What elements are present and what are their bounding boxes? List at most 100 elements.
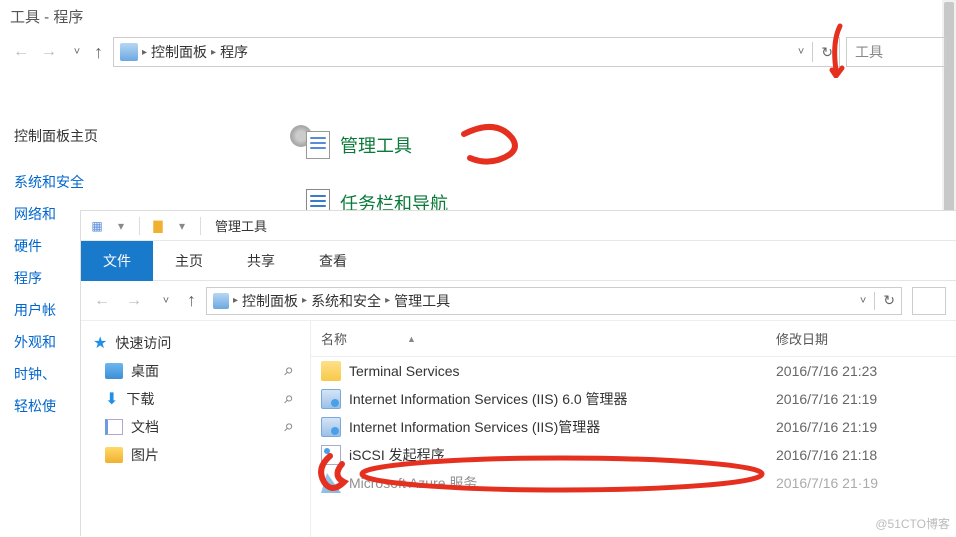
breadcrumb-seg[interactable]: 系统和安全	[311, 291, 381, 311]
item-date: 2016/7/16 21:23	[776, 363, 946, 379]
title-bar: ▦ ▾ ▇ ▾ 管理工具	[81, 211, 956, 241]
address-bar-row: ← → ˅ ↑ ▸ 控制面板 ▸ 系统和安全 ▸ 管理工具 ˅ ↻	[81, 281, 956, 321]
forward-arrow-icon[interactable]: →	[38, 43, 60, 61]
picture-icon	[105, 447, 123, 463]
admin-tools-icon	[290, 125, 330, 165]
nav-pictures[interactable]: 图片	[81, 441, 310, 469]
tab-view[interactable]: 查看	[297, 241, 369, 281]
window-title: 工具 - 程序	[0, 0, 956, 33]
sort-indicator-icon: ▲	[407, 334, 416, 344]
address-bar[interactable]: ▸ 控制面板 ▸ 系统和安全 ▸ 管理工具 ˅ ↻	[206, 287, 902, 315]
column-headers: 名称 ▲ 修改日期	[311, 321, 956, 357]
breadcrumb-seg[interactable]: 控制面板	[242, 291, 298, 311]
nav-label: 图片	[131, 445, 159, 465]
addr-divider	[812, 42, 813, 62]
nav-label: 桌面	[131, 361, 159, 381]
item-date: 2016/7/16 21·19	[776, 475, 946, 491]
breadcrumb-seg[interactable]: 控制面板	[151, 42, 207, 62]
tab-file[interactable]: 文件	[81, 241, 153, 281]
breadcrumb-seg[interactable]: 管理工具	[394, 291, 450, 311]
iis-icon	[321, 417, 341, 437]
folder-icon	[321, 361, 341, 381]
breadcrumb-seg[interactable]: 程序	[220, 42, 248, 62]
item-date: 2016/7/16 21:18	[776, 447, 946, 463]
item-name: iSCSI 发起程序	[349, 445, 445, 465]
breadcrumb-chevron-icon: ▸	[211, 47, 216, 58]
search-hint: 工具	[855, 42, 883, 62]
document-icon	[105, 419, 123, 435]
address-bar[interactable]: ▸ 控制面板 ▸ 程序 ˅ ↻	[113, 37, 840, 67]
qat-divider	[139, 217, 140, 235]
search-box[interactable]	[912, 287, 946, 315]
watermark: @51CTO博客	[875, 515, 950, 532]
nav-label: 文档	[131, 417, 159, 437]
item-name: Internet Information Services (IIS)管理器	[349, 417, 600, 437]
item-name: Microsoft Azure 服务	[349, 473, 477, 493]
pin-icon: ⚲	[281, 364, 296, 379]
list-item[interactable]: iSCSI 发起程序 2016/7/16 21:18	[311, 441, 956, 469]
qat-customize-icon[interactable]: ▾	[172, 216, 192, 236]
category-label: 管理工具	[340, 132, 412, 158]
breadcrumb-chevron-icon: ▸	[142, 47, 147, 58]
star-icon: ★	[93, 333, 107, 353]
item-name: Terminal Services	[349, 363, 459, 379]
breadcrumb-chevron-icon: ▸	[302, 295, 307, 306]
list-item[interactable]: Microsoft Azure 服务 2016/7/16 21·19	[311, 469, 956, 497]
pin-icon: ⚲	[281, 392, 296, 407]
nav-desktop[interactable]: 桌面 ⚲	[81, 357, 310, 385]
dropdown-chevron-icon[interactable]: ˅	[860, 295, 866, 307]
iscsi-icon	[321, 445, 341, 465]
refresh-icon[interactable]: ↻	[883, 292, 895, 309]
file-list: 名称 ▲ 修改日期 Terminal Services 2016/7/16 21…	[311, 321, 956, 537]
up-arrow-icon[interactable]: ↑	[94, 42, 103, 63]
up-arrow-icon[interactable]: ↑	[187, 290, 196, 311]
pin-icon: ⚲	[281, 420, 296, 435]
back-arrow-icon[interactable]: ←	[91, 292, 113, 310]
forward-arrow-icon[interactable]: →	[123, 292, 145, 310]
column-label: 名称	[321, 329, 347, 348]
item-date: 2016/7/16 21:19	[776, 391, 946, 407]
qat-properties-icon[interactable]: ▦	[87, 216, 107, 236]
column-name[interactable]: 名称 ▲	[321, 329, 776, 348]
column-date[interactable]: 修改日期	[776, 329, 946, 348]
breadcrumb-chevron-icon: ▸	[385, 295, 390, 306]
sidebar-link[interactable]: 系统和安全	[14, 166, 98, 198]
list-item[interactable]: Internet Information Services (IIS)管理器 2…	[311, 413, 956, 441]
control-panel-icon	[120, 43, 138, 61]
list-item[interactable]: Internet Information Services (IIS) 6.0 …	[311, 385, 956, 413]
window-title: 管理工具	[215, 216, 267, 235]
nav-pane: ★ 快速访问 桌面 ⚲ ⬇ 下载 ⚲ 文档 ⚲ 图片	[81, 321, 311, 537]
list-item[interactable]: Terminal Services 2016/7/16 21:23	[311, 357, 956, 385]
ribbon-tabs: 文件 主页 共享 查看	[81, 241, 956, 281]
qat-folder-icon[interactable]: ▇	[148, 216, 168, 236]
nav-label: 下载	[126, 389, 154, 409]
refresh-icon[interactable]: ↻	[821, 44, 833, 61]
download-icon: ⬇	[105, 389, 118, 409]
nav-label: 快速访问	[115, 333, 171, 353]
tab-share[interactable]: 共享	[225, 241, 297, 281]
qat-dropdown-icon[interactable]: ▾	[111, 216, 131, 236]
nav-downloads[interactable]: ⬇ 下载 ⚲	[81, 385, 310, 413]
history-chevron-icon[interactable]: ˅	[66, 46, 88, 58]
addr-divider	[874, 292, 875, 310]
desktop-icon	[105, 363, 123, 379]
nav-documents[interactable]: 文档 ⚲	[81, 413, 310, 441]
control-panel-icon	[213, 293, 229, 309]
item-name: Internet Information Services (IIS) 6.0 …	[349, 389, 628, 409]
iis-icon	[321, 389, 341, 409]
azure-icon	[321, 473, 341, 493]
dropdown-chevron-icon[interactable]: ˅	[798, 46, 804, 58]
category-admin-tools[interactable]: 管理工具	[290, 125, 448, 165]
item-date: 2016/7/16 21:19	[776, 419, 946, 435]
sidebar-heading[interactable]: 控制面板主页	[14, 120, 98, 152]
back-arrow-icon[interactable]: ←	[10, 43, 32, 61]
window-admin-tools: ▦ ▾ ▇ ▾ 管理工具 文件 主页 共享 查看 ← → ˅ ↑ ▸ 控制面板 …	[80, 210, 956, 536]
search-box[interactable]: 工具	[846, 37, 946, 67]
history-chevron-icon[interactable]: ˅	[155, 295, 177, 307]
column-label: 修改日期	[776, 332, 828, 347]
explorer-body: ★ 快速访问 桌面 ⚲ ⬇ 下载 ⚲ 文档 ⚲ 图片	[81, 321, 956, 537]
breadcrumb-chevron-icon: ▸	[233, 295, 238, 306]
address-bar-row: ← → ˅ ↑ ▸ 控制面板 ▸ 程序 ˅ ↻ 工具	[0, 33, 956, 85]
nav-quick-access[interactable]: ★ 快速访问	[81, 329, 310, 357]
tab-home[interactable]: 主页	[153, 241, 225, 281]
